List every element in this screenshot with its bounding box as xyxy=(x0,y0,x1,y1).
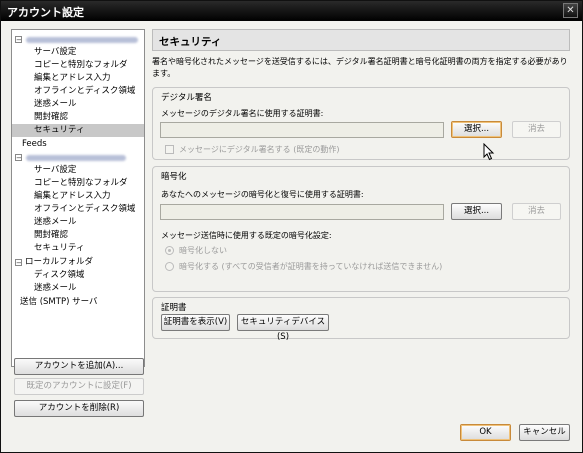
sign-messages-checkbox[interactable] xyxy=(165,145,174,154)
tree-item-offline[interactable]: オフラインとディスク領域 xyxy=(12,203,144,216)
signing-select-button[interactable]: 選択... xyxy=(451,121,502,138)
digital-signing-group: デジタル署名 メッセージのデジタル署名に使用する証明書: 選択... 消去 メッ… xyxy=(152,87,570,160)
tree-item-security-selected[interactable]: セキュリティ xyxy=(12,124,144,137)
tree-account-2[interactable]: − xyxy=(12,151,144,164)
cancel-button[interactable]: キャンセル xyxy=(519,424,570,441)
ok-button[interactable]: OK xyxy=(460,424,511,441)
account-settings-window: アカウント設定 ✕ − サーバ設定 コピーと特別なフォルダ 編集とアドレス入力 … xyxy=(0,0,583,453)
panel-header: セキュリティ xyxy=(152,29,570,51)
encryption-never-label: 暗号化しない xyxy=(179,246,227,255)
set-default-account-button[interactable]: 既定のアカウントに設定(F) xyxy=(14,378,144,395)
collapse-icon[interactable]: − xyxy=(15,36,22,44)
tree-item-receipts[interactable]: 開封確認 xyxy=(12,229,144,242)
tree-item-receipts[interactable]: 開封確認 xyxy=(12,111,144,124)
tree-account-1[interactable]: − xyxy=(12,33,144,46)
tree-item-composition[interactable]: 編集とアドレス入力 xyxy=(12,190,144,203)
signing-clear-button[interactable]: 消去 xyxy=(512,121,561,138)
sign-messages-label: メッセージにデジタル署名する (既定の動作) xyxy=(179,145,340,154)
account-tree[interactable]: − サーバ設定 コピーと特別なフォルダ 編集とアドレス入力 オフラインとディスク… xyxy=(11,29,145,367)
redacted-account-name xyxy=(26,155,126,161)
panel-title: セキュリティ xyxy=(159,36,222,48)
encryption-required-label: 暗号化する (すべての受信者が証明書を持っていなければ送信できません) xyxy=(179,262,443,271)
certificates-label: 証明書 xyxy=(161,303,187,313)
tree-item-junk[interactable]: 迷惑メール xyxy=(12,282,144,295)
tree-item-server[interactable]: サーバ設定 xyxy=(12,46,144,59)
encryption-label: 暗号化 xyxy=(161,172,187,182)
title-bar[interactable]: アカウント設定 ✕ xyxy=(1,1,582,21)
tree-local-folders[interactable]: − ローカルフォルダ xyxy=(12,256,144,269)
tree-item-feeds[interactable]: Feeds xyxy=(12,138,144,151)
collapse-icon[interactable]: − xyxy=(15,259,22,267)
encryption-clear-button[interactable]: 消去 xyxy=(512,203,561,220)
certificates-group: 証明書 証明書を表示(V) セキュリティデバイス(S) xyxy=(152,297,570,342)
tree-item-disk[interactable]: ディスク領域 xyxy=(12,269,144,282)
window-title: アカウント設定 xyxy=(7,6,84,19)
dialog-client: − サーバ設定 コピーと特別なフォルダ 編集とアドレス入力 オフラインとディスク… xyxy=(1,21,582,452)
tree-item-offline[interactable]: オフラインとディスク領域 xyxy=(12,85,144,98)
delete-account-button[interactable]: アカウントを削除(R) xyxy=(14,400,144,417)
tree-item-server[interactable]: サーバ設定 xyxy=(12,164,144,177)
signing-cert-field[interactable] xyxy=(160,122,444,138)
mouse-pointer-icon xyxy=(483,143,495,161)
redacted-account-name xyxy=(26,37,138,43)
tree-item-junk[interactable]: 迷惑メール xyxy=(12,216,144,229)
digital-signing-label: デジタル署名 xyxy=(161,93,212,103)
encryption-group: 暗号化 あなたへのメッセージの暗号化と復号に使用する証明書: 選択... 消去 … xyxy=(152,166,570,292)
view-certificates-button[interactable]: 証明書を表示(V) xyxy=(161,314,230,331)
tree-item-composition[interactable]: 編集とアドレス入力 xyxy=(12,72,144,85)
encryption-cert-field[interactable] xyxy=(160,204,444,220)
add-account-button[interactable]: アカウントを追加(A)... xyxy=(14,358,144,375)
tree-item-smtp[interactable]: 送信 (SMTP) サーバ xyxy=(12,296,144,309)
encryption-select-button[interactable]: 選択... xyxy=(451,203,502,220)
tree-item-junk[interactable]: 迷惑メール xyxy=(12,98,144,111)
tree-local-folders-label: ローカルフォルダ xyxy=(25,257,94,267)
security-panel: セキュリティ 署名や暗号化されたメッセージを送受信するには、デジタル署名証明書と… xyxy=(152,29,572,421)
panel-description: 署名や暗号化されたメッセージを送受信するには、デジタル署名証明書と暗号化証明書の… xyxy=(152,57,568,78)
signing-cert-label: メッセージのデジタル署名に使用する証明書: xyxy=(161,109,324,118)
encryption-never-radio[interactable] xyxy=(165,246,174,255)
tree-item-copies[interactable]: コピーと特別なフォルダ xyxy=(12,177,144,190)
close-button[interactable]: ✕ xyxy=(563,3,578,18)
collapse-icon[interactable]: − xyxy=(15,154,22,162)
encryption-cert-label: あなたへのメッセージの暗号化と復号に使用する証明書: xyxy=(161,190,364,199)
tree-item-security[interactable]: セキュリティ xyxy=(12,242,144,255)
encryption-required-radio[interactable] xyxy=(165,262,174,271)
tree-item-copies[interactable]: コピーと特別なフォルダ xyxy=(12,59,144,72)
default-encryption-label: メッセージ送信時に使用する既定の暗号化設定: xyxy=(161,231,332,240)
security-devices-button[interactable]: セキュリティデバイス(S) xyxy=(237,314,329,342)
